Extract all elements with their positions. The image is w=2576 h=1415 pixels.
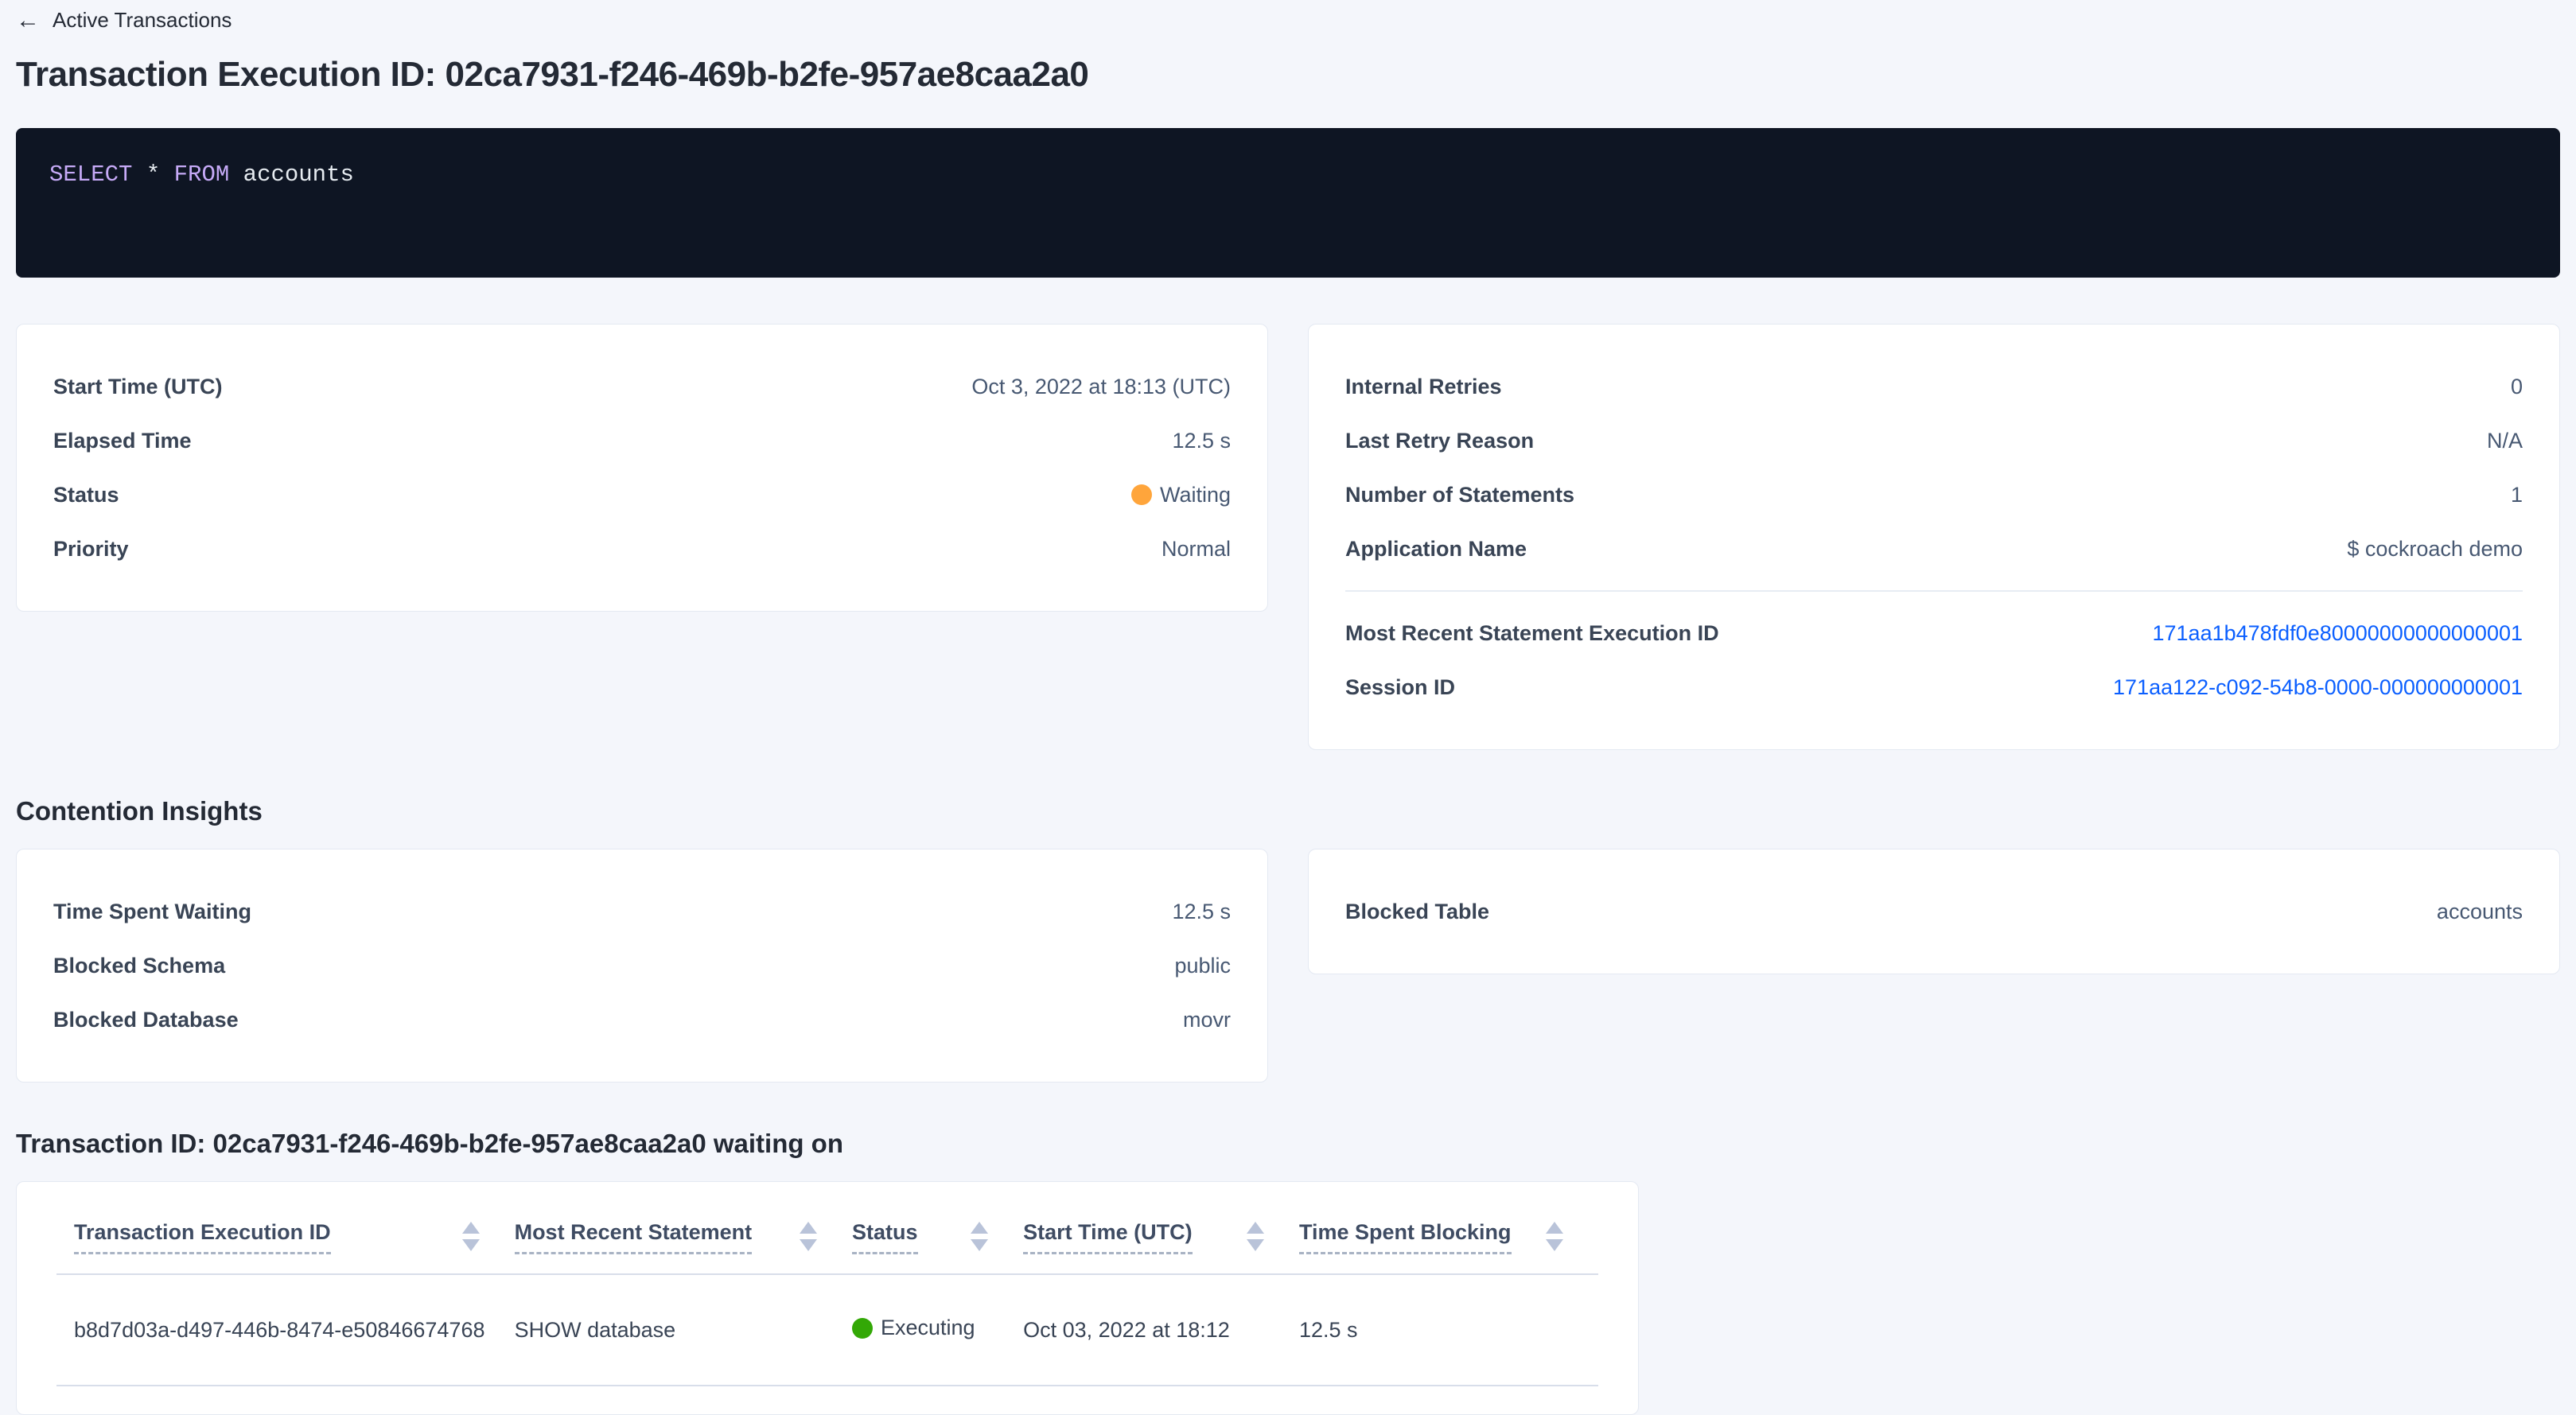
summary-value: 1 [2511, 483, 2523, 507]
summary-label: Last Retry Reason [1345, 429, 1534, 453]
contention-row-blocked-database: Blocked Database movr [53, 993, 1231, 1047]
column-header-most-recent-statement: Most Recent Statement [515, 1220, 852, 1254]
summary-value: N/A [2487, 429, 2523, 453]
summary-label: Internal Retries [1345, 375, 1502, 399]
summary-value: Oct 3, 2022 at 18:13 (UTC) [971, 375, 1231, 399]
summary-label: Status [53, 483, 119, 507]
contention-card-left: Time Spent Waiting 12.5 s Blocked Schema… [16, 849, 1268, 1083]
summary-value: Normal [1162, 537, 1231, 562]
column-header-label[interactable]: Transaction Execution ID [74, 1220, 331, 1254]
column-header-time-spent-blocking: Time Spent Blocking [1299, 1220, 1598, 1254]
summary-row-application-name: Application Name $ cockroach demo [1345, 522, 2523, 576]
summary-row-statement-execution-id: Most Recent Statement Execution ID 171aa… [1345, 606, 2523, 660]
summary-row-priority: Priority Normal [53, 522, 1231, 576]
overview-card-right: Internal Retries 0 Last Retry Reason N/A… [1308, 324, 2560, 750]
sql-keyword-select: SELECT [49, 161, 132, 188]
summary-row-elapsed-time: Elapsed Time 12.5 s [53, 414, 1231, 468]
column-header-label[interactable]: Status [852, 1220, 918, 1254]
summary-value: 0 [2511, 375, 2523, 399]
status-label: Waiting [1160, 483, 1231, 507]
summary-value: 12.5 s [1172, 429, 1231, 453]
summary-value: movr [1183, 1008, 1231, 1032]
table-header-row: Transaction Execution ID Most Recent Sta… [56, 1182, 1598, 1275]
summary-label: Most Recent Statement Execution ID [1345, 621, 1719, 646]
summary-value: public [1174, 954, 1231, 978]
summary-label: Number of Statements [1345, 483, 1574, 507]
sql-star: * [146, 161, 160, 188]
back-link[interactable]: ← Active Transactions [16, 8, 232, 33]
summary-value: 12.5 s [1172, 900, 1231, 924]
column-header-label[interactable]: Most Recent Statement [515, 1220, 753, 1254]
summary-label: Blocked Schema [53, 954, 225, 978]
sql-keyword-from: FROM [174, 161, 230, 188]
contention-section: Time Spent Waiting 12.5 s Blocked Schema… [16, 849, 2560, 1083]
summary-label: Priority [53, 537, 129, 562]
cell-time-spent-blocking: 12.5 s [1299, 1318, 1598, 1343]
session-id-link[interactable]: 171aa122-c092-54b8-0000-000000000001 [2113, 675, 2523, 700]
summary-row-start-time: Start Time (UTC) Oct 3, 2022 at 18:13 (U… [53, 360, 1231, 414]
contention-row-blocked-schema: Blocked Schema public [53, 939, 1231, 993]
summary-label: Application Name [1345, 537, 1527, 562]
sql-statement-box: SELECT * FROM accounts [16, 128, 2560, 278]
sort-arrows-icon[interactable] [800, 1222, 817, 1251]
summary-label: Time Spent Waiting [53, 900, 251, 924]
summary-label: Elapsed Time [53, 429, 192, 453]
summary-row-internal-retries: Internal Retries 0 [1345, 360, 2523, 414]
summary-row-last-retry-reason: Last Retry Reason N/A [1345, 414, 2523, 468]
summary-value: $ cockroach demo [2347, 537, 2523, 562]
cell-most-recent-statement: SHOW database [515, 1318, 852, 1343]
waiting-transactions-table: Transaction Execution ID Most Recent Sta… [16, 1181, 1639, 1415]
summary-label: Blocked Table [1345, 900, 1489, 924]
summary-row-status: Status Waiting [53, 468, 1231, 522]
column-header-label[interactable]: Time Spent Blocking [1299, 1220, 1512, 1254]
contention-insights-heading: Contention Insights [16, 796, 2560, 826]
card-divider [1345, 590, 2523, 592]
sql-table-name: accounts [243, 161, 354, 188]
back-arrow-icon: ← [16, 9, 40, 33]
status-value: Waiting [1131, 483, 1231, 507]
sort-arrows-icon[interactable] [971, 1222, 988, 1251]
contention-row-time-spent-waiting: Time Spent Waiting 12.5 s [53, 884, 1231, 939]
summary-value: accounts [2437, 900, 2523, 924]
overview-section: Start Time (UTC) Oct 3, 2022 at 18:13 (U… [16, 324, 2560, 750]
cell-status: Executing [852, 1316, 1023, 1344]
contention-card-right: Blocked Table accounts [1308, 849, 2560, 974]
status-executing-dot-icon [852, 1318, 873, 1339]
summary-row-session-id: Session ID 171aa122-c092-54b8-0000-00000… [1345, 660, 2523, 714]
cell-transaction-execution-id: b8d7d03a-d497-446b-8474-e50846674768 [56, 1318, 515, 1343]
sort-arrows-icon[interactable] [1546, 1222, 1563, 1251]
overview-card-left: Start Time (UTC) Oct 3, 2022 at 18:13 (U… [16, 324, 1268, 612]
back-link-label: Active Transactions [53, 8, 232, 33]
column-header-status: Status [852, 1220, 1023, 1254]
statement-execution-id-link[interactable]: 171aa1b478fdf0e80000000000000001 [2153, 621, 2523, 646]
cell-start-time: Oct 03, 2022 at 18:12 [1023, 1318, 1299, 1343]
summary-label: Session ID [1345, 675, 1455, 700]
summary-label: Blocked Database [53, 1008, 239, 1032]
status-waiting-dot-icon [1131, 484, 1152, 505]
summary-row-number-of-statements: Number of Statements 1 [1345, 468, 2523, 522]
waiting-on-heading: Transaction ID: 02ca7931-f246-469b-b2fe-… [16, 1129, 2560, 1159]
sort-arrows-icon[interactable] [1247, 1222, 1264, 1251]
status-label: Executing [881, 1316, 975, 1340]
sort-arrows-icon[interactable] [462, 1222, 480, 1251]
column-header-transaction-execution-id: Transaction Execution ID [56, 1220, 515, 1254]
page-title: Transaction Execution ID: 02ca7931-f246-… [16, 55, 2560, 95]
contention-row-blocked-table: Blocked Table accounts [1345, 884, 2523, 939]
table-row: b8d7d03a-d497-446b-8474-e50846674768 SHO… [56, 1275, 1598, 1386]
summary-label: Start Time (UTC) [53, 375, 223, 399]
column-header-label[interactable]: Start Time (UTC) [1023, 1220, 1193, 1254]
column-header-start-time: Start Time (UTC) [1023, 1220, 1299, 1254]
